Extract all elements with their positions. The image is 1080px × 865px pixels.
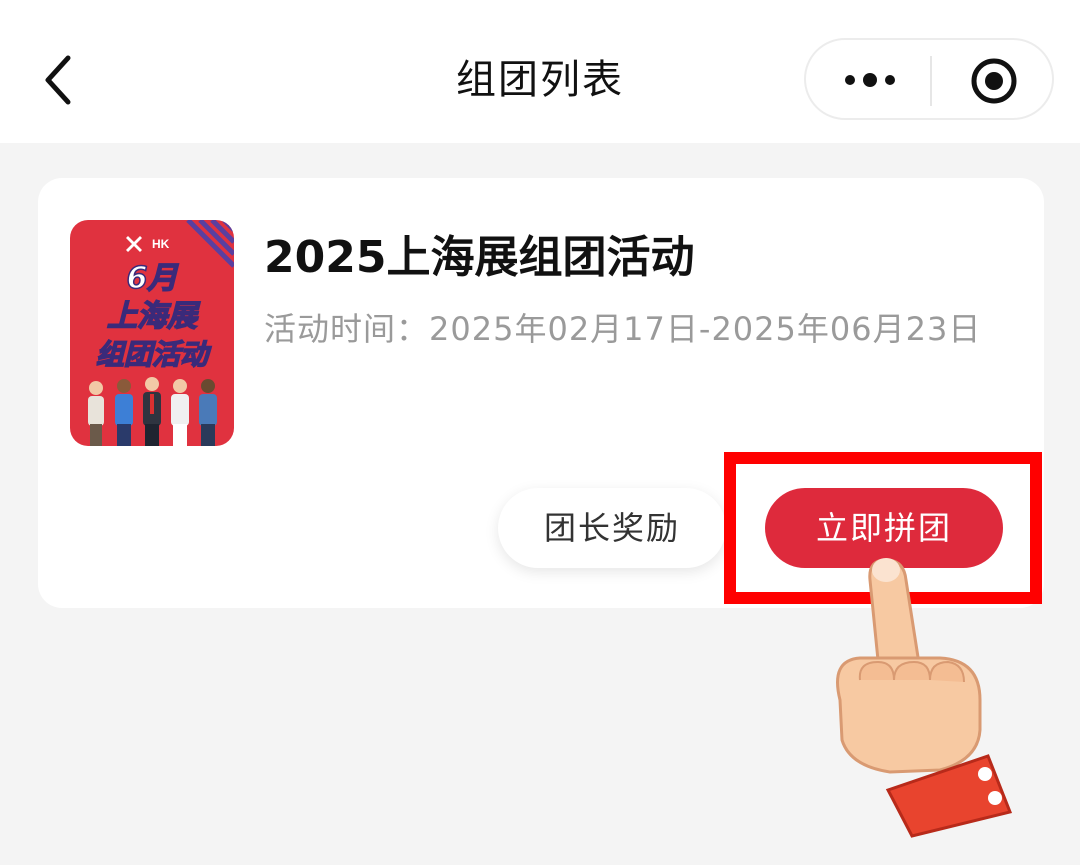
svg-text:HK: HK [152,237,170,251]
chevron-left-icon[interactable] [40,52,80,108]
activity-time-label: 活动时间： [264,310,430,348]
poster-line3: 组团活动 [96,338,212,371]
activity-time-value: 2025年02月17日-2025年06月23日 [429,310,982,348]
leader-reward-button[interactable]: 团长奖励 [498,488,726,568]
activity-title: 2025上海展组团活动 [264,232,695,283]
poster-line1: 6月 [127,261,180,296]
target-circle-icon[interactable] [970,57,1018,105]
nav-bar: 组团列表 [0,0,1080,143]
activity-poster: HK 6月 上海展 组团活动 [70,220,234,446]
page-title: 组团列表 [456,57,624,103]
hand-pointer-icon [836,558,1013,838]
poster-line2: 上海展 [107,299,201,334]
mini-program-capsule [804,38,1054,120]
more-dots-icon[interactable] [840,65,900,95]
capsule-divider [930,56,932,106]
activity-time: 活动时间：2025年02月17日-2025年06月23日 [264,306,1006,352]
